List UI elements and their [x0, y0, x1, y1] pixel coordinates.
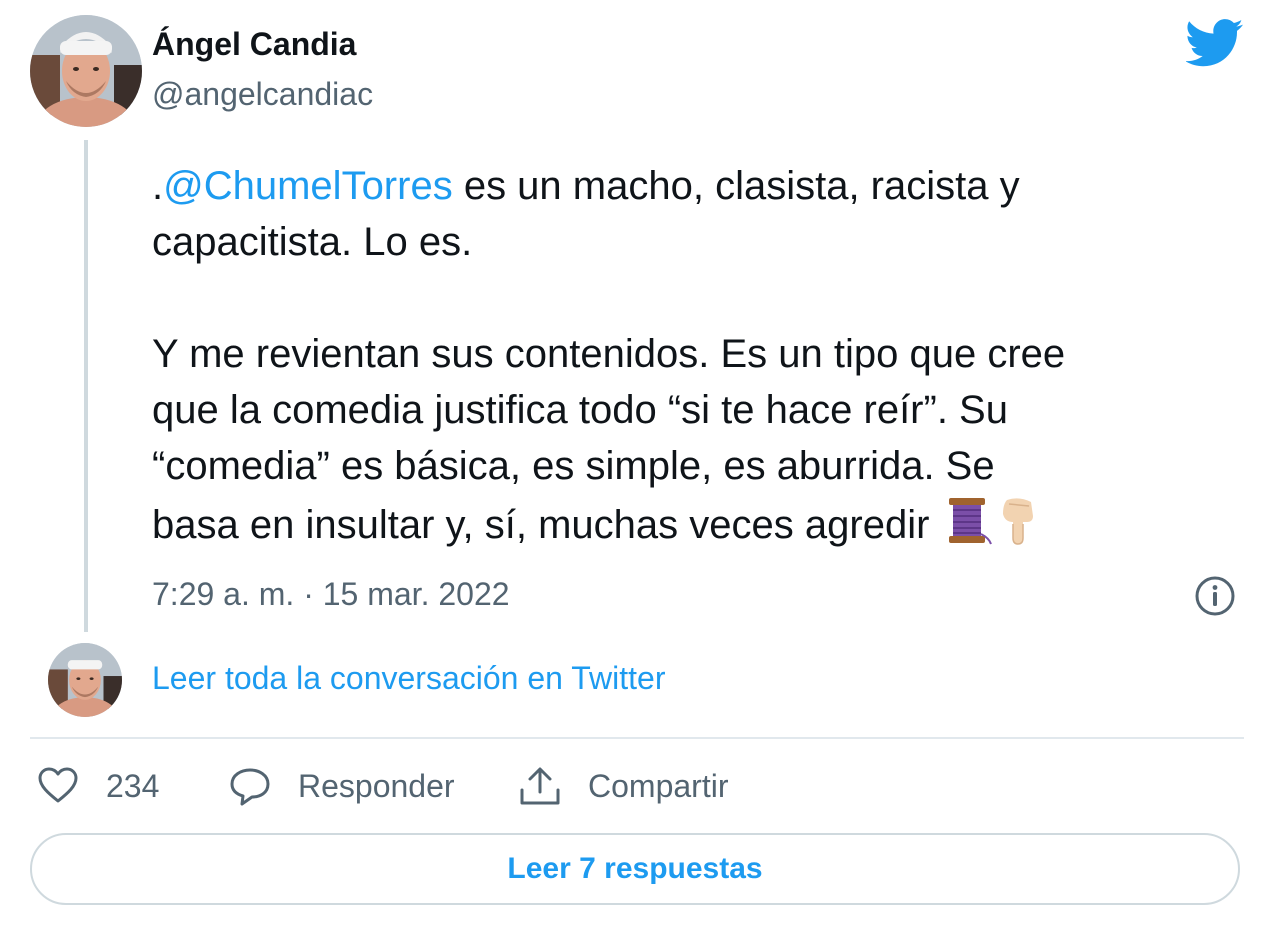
read-conversation-link[interactable]: Leer toda la conversación en Twitter	[152, 660, 665, 697]
like-button[interactable]: 234	[36, 762, 159, 810]
tweet-line-2: capacitista. Lo es.	[152, 220, 473, 264]
avatar-photo	[30, 15, 142, 127]
author-handle[interactable]: @angelcandiac	[152, 76, 373, 113]
reply-button[interactable]: Responder	[228, 762, 455, 810]
mention-link[interactable]: @ChumelTorres	[163, 164, 453, 208]
twitter-bird-icon[interactable]	[1186, 18, 1244, 68]
tweet-line-1-text: es un macho, clasista, racista y	[452, 164, 1020, 208]
tweet-line-1: .@ChumelTorres es un macho, clasista, ra…	[152, 158, 1252, 214]
share-button[interactable]: Compartir	[518, 762, 728, 810]
tweet-line-4: que la comedia justifica todo “si te hac…	[152, 388, 1008, 432]
read-replies-label: Leer 7 respuestas	[507, 852, 763, 885]
like-count: 234	[106, 767, 160, 804]
author-avatar[interactable]	[30, 15, 142, 127]
tweet-line-3: Y me revientan sus contenidos. Es un tip…	[152, 332, 1066, 376]
thread-spool-icon	[941, 494, 993, 561]
speech-bubble-icon	[230, 768, 270, 806]
reply-label: Responder	[298, 767, 455, 804]
tweet-dot: .	[152, 164, 164, 208]
tweet-text: .@ChumelTorres es un macho, clasista, ra…	[152, 158, 1252, 561]
tweet-line-6-text: basa en insultar y, sí, muchas veces agr…	[152, 503, 930, 547]
pointing-down-hand-icon	[993, 494, 1045, 561]
heart-icon	[38, 767, 78, 803]
thread-line	[84, 140, 88, 632]
tweet-line-6: basa en insultar y, sí, muchas veces agr…	[152, 494, 1252, 561]
divider	[30, 737, 1244, 739]
read-replies-button[interactable]: Leer 7 respuestas	[30, 833, 1240, 905]
tweet-timestamp[interactable]: 7:29 a. m. · 15 mar. 2022	[152, 576, 510, 613]
author-display-name[interactable]: Ángel Candia	[152, 26, 356, 63]
avatar-photo-small	[48, 643, 122, 717]
share-upload-icon	[520, 767, 560, 805]
info-icon[interactable]	[1194, 575, 1236, 617]
tweet-line-5: “comedia” es básica, es simple, es aburr…	[152, 444, 995, 488]
conversation-avatar[interactable]	[48, 643, 122, 717]
share-label: Compartir	[588, 767, 729, 804]
